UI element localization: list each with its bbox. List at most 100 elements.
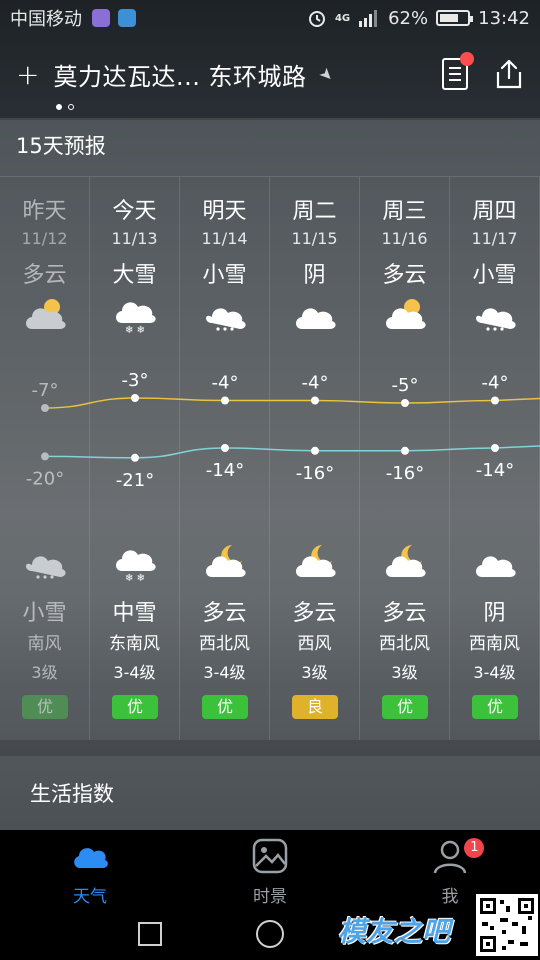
low-temp-line: [44, 445, 540, 459]
day-date: 11/13: [111, 229, 158, 248]
tab-scenes-label: 时景: [253, 887, 287, 907]
air-quality-badge: 良: [292, 695, 338, 719]
night-weather-icon: [476, 556, 516, 577]
page-dot: [68, 104, 74, 110]
watermark-logo: 模友之吧: [338, 915, 451, 948]
night-condition: 多云: [382, 601, 427, 626]
night-weather-icon: [296, 545, 336, 577]
low-temp-label: -20°: [26, 468, 64, 489]
air-quality-badge: 优: [472, 695, 518, 719]
notification-dot-icon: [460, 52, 474, 66]
status-bar: 中国移动 4G 62% 13:42: [0, 0, 540, 36]
life-index-title: 生活指数: [30, 782, 114, 806]
high-temp-label: -4°: [212, 373, 239, 394]
network-type: 4G: [334, 12, 351, 24]
cloud-icon: [74, 848, 108, 868]
day-date: 11/16: [381, 229, 428, 248]
day-name: 周二: [292, 199, 337, 224]
night-condition: 中雪: [112, 601, 157, 626]
tab-bar: 天气 时景 1 我: [0, 830, 540, 910]
day-weather-icon: [26, 299, 66, 329]
day-weather-icon: [296, 308, 336, 329]
high-temp-label: -7°: [32, 380, 59, 401]
wind-direction: 东南风: [109, 634, 160, 654]
day-date: 11/14: [201, 229, 248, 248]
day-condition: 多云: [22, 263, 67, 288]
wifi-notification-icon: [118, 9, 136, 27]
recent-apps-button[interactable]: [138, 922, 162, 946]
wind-level: 3-4级: [203, 663, 246, 682]
day-weather-icon: ❄ ❄: [116, 302, 156, 333]
location-arrow-icon: ➤: [315, 62, 339, 86]
night-weather-icon: ❄ ❄: [116, 550, 156, 581]
wind-level: 3级: [391, 663, 418, 682]
day-name: 明天: [202, 199, 247, 224]
location-title[interactable]: 莫力达瓦达... 东环城路: [53, 57, 306, 92]
air-quality-badge: 优: [22, 695, 68, 719]
high-temp-label: -5°: [392, 375, 419, 396]
wind-level: 3-4级: [113, 663, 156, 682]
day-condition: 多云: [382, 263, 427, 288]
carrier-name: 中国移动: [10, 9, 82, 30]
tab-weather-label: 天气: [73, 887, 107, 907]
tab-scenes[interactable]: 时景: [180, 830, 360, 910]
wind-level: 3级: [301, 663, 328, 682]
page-dot-active: [56, 104, 62, 110]
top-bar: + 莫力达瓦达... 东环城路 ➤: [0, 46, 540, 102]
low-temp-point: [41, 452, 49, 461]
wind-level: 3-4级: [473, 663, 516, 682]
day-condition: 小雪: [472, 263, 517, 288]
night-weather-icon: [26, 556, 66, 579]
day-name: 周四: [472, 199, 517, 224]
day-name: 昨天: [22, 199, 67, 224]
gallery-notification-icon: [92, 9, 110, 27]
day-date: 11/17: [471, 229, 518, 248]
day-name: 周三: [382, 199, 427, 224]
high-temp-point: [401, 399, 409, 407]
low-temp-point: [131, 453, 139, 462]
svg-text:❄ ❄: ❄ ❄: [125, 325, 145, 333]
signal-icon: [359, 10, 378, 27]
day-condition: 小雪: [202, 263, 247, 288]
low-temp-label: -16°: [386, 463, 424, 484]
night-weather-icon: [206, 545, 246, 577]
battery-icon: [436, 10, 474, 26]
forecast-title: 15天预报: [16, 134, 106, 158]
low-temp-point: [491, 444, 499, 452]
high-temp-line: [44, 397, 540, 409]
high-temp-label: -4°: [302, 373, 329, 394]
night-condition: 阴: [483, 601, 506, 626]
wind-direction: 西北风: [199, 634, 250, 654]
low-temp-point: [311, 446, 319, 455]
page-indicator: [56, 104, 74, 110]
add-city-button[interactable]: +: [16, 58, 39, 91]
day-weather-icon: [476, 308, 516, 331]
wind-direction: 南风: [27, 634, 62, 654]
day-weather-icon: [206, 308, 246, 331]
night-condition: 多云: [292, 601, 337, 626]
air-quality-badge: 优: [202, 695, 248, 719]
low-temp-label: -16°: [296, 463, 334, 484]
notification-badge: 1: [464, 838, 485, 858]
wind-direction: 西南风: [469, 634, 520, 654]
share-button[interactable]: [494, 58, 524, 90]
day-date: 11/15: [291, 229, 338, 248]
wind-direction: 西风: [297, 634, 332, 654]
battery-percent: 62%: [388, 7, 429, 29]
tab-weather[interactable]: 天气: [0, 830, 180, 910]
life-index-section[interactable]: 生活指数: [0, 756, 540, 830]
day-name: 今天: [112, 199, 157, 224]
high-temp-point: [311, 396, 319, 405]
home-button[interactable]: [256, 920, 284, 948]
high-temp-point: [221, 396, 229, 405]
night-condition: 多云: [202, 601, 247, 626]
day-condition: 阴: [303, 263, 326, 288]
news-button[interactable]: [442, 52, 474, 90]
night-weather-icon: [386, 545, 426, 577]
high-temp-label: -3°: [122, 370, 149, 391]
low-temp-label: -14°: [206, 460, 244, 481]
air-quality-badge: 优: [112, 695, 158, 719]
low-temp-label: -14°: [476, 460, 514, 481]
night-condition: 小雪: [22, 601, 67, 626]
temperature-chart: -7° -3° -4° -4° -5° -4° -20° -21° -14° -16° -16° -1…: [26, 370, 540, 490]
